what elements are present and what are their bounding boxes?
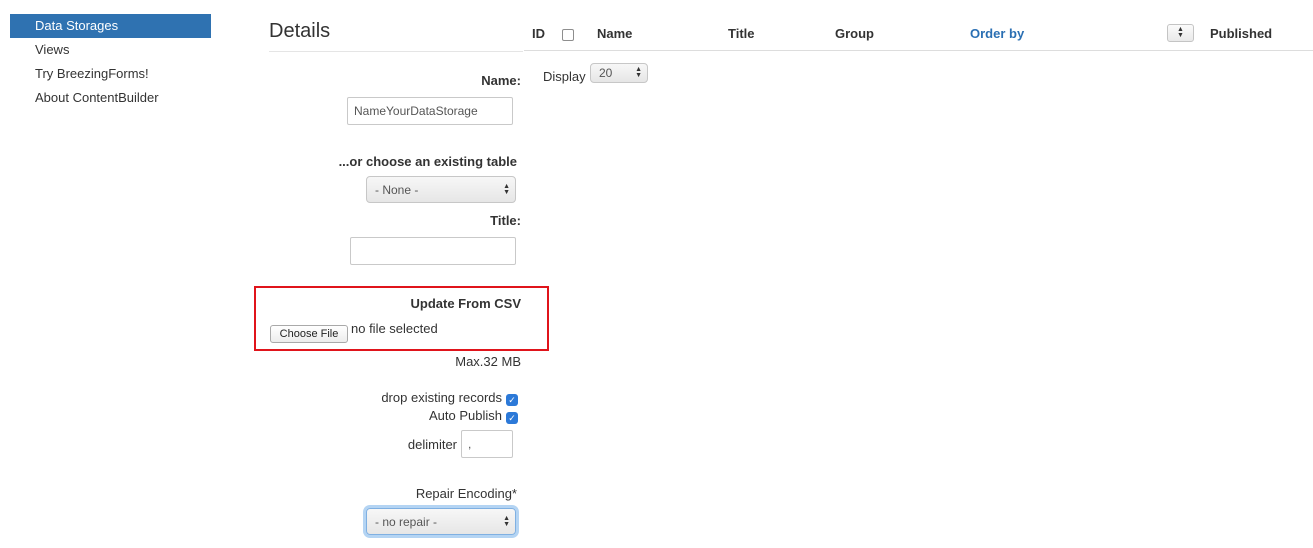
- display-count-value: 20: [599, 66, 613, 80]
- details-title: Details: [269, 20, 331, 42]
- sidebar-item-try-breezingforms[interactable]: Try BreezingForms!: [10, 62, 211, 86]
- display-label: Display: [543, 69, 586, 84]
- name-label: Name:: [481, 73, 521, 88]
- file-status-text: no file selected: [351, 321, 438, 336]
- sort-order-button[interactable]: ▲ ▼: [1167, 24, 1194, 42]
- check-icon: ✓: [508, 395, 516, 405]
- existing-table-select[interactable]: - None - ▲ ▼: [366, 176, 516, 203]
- sidebar-item-about-contentbuilder[interactable]: About ContentBuilder: [10, 86, 211, 110]
- select-arrows-icon: ▲ ▼: [635, 66, 642, 79]
- repair-encoding-select[interactable]: - no repair - ▲ ▼: [366, 508, 516, 535]
- max-size-text: Max.32 MB: [455, 354, 521, 369]
- sidebar-item-data-storages[interactable]: Data Storages: [10, 14, 211, 38]
- auto-publish-checkbox[interactable]: ✓: [506, 412, 518, 424]
- drop-existing-label: drop existing records: [381, 390, 502, 405]
- order-by-link[interactable]: Order by: [970, 26, 1024, 41]
- select-arrows-icon: ▲ ▼: [503, 182, 510, 196]
- sidebar-nav: Data Storages Views Try BreezingForms! A…: [10, 14, 211, 110]
- column-header-group[interactable]: Group: [835, 26, 874, 41]
- delimiter-input[interactable]: [461, 430, 513, 458]
- column-header-name[interactable]: Name: [597, 26, 632, 41]
- column-header-title[interactable]: Title: [728, 26, 755, 41]
- choose-file-button[interactable]: Choose File: [270, 325, 348, 343]
- title-input[interactable]: [350, 237, 516, 265]
- column-header-id: ID: [532, 26, 545, 41]
- table-header-divider: [524, 50, 1313, 51]
- check-icon: ✓: [508, 413, 516, 423]
- sort-arrows-icon: ▲ ▼: [1177, 26, 1184, 39]
- select-all-checkbox[interactable]: [562, 29, 574, 41]
- existing-table-value: - None -: [375, 182, 419, 197]
- name-input[interactable]: [347, 97, 513, 125]
- update-from-csv-label: Update From CSV: [410, 296, 521, 311]
- title-label: Title:: [490, 213, 521, 228]
- repair-encoding-value: - no repair -: [375, 514, 438, 529]
- details-divider: [269, 51, 523, 52]
- existing-table-label: ...or choose an existing table: [338, 154, 517, 169]
- select-arrows-icon: ▲ ▼: [503, 514, 510, 528]
- column-header-published[interactable]: Published: [1210, 26, 1272, 41]
- repair-encoding-label: Repair Encoding*: [415, 486, 517, 501]
- auto-publish-label: Auto Publish: [429, 408, 502, 423]
- delimiter-label: delimiter: [407, 437, 457, 452]
- display-count-select[interactable]: 20 ▲ ▼: [590, 63, 648, 83]
- drop-existing-checkbox[interactable]: ✓: [506, 394, 518, 406]
- sidebar-item-views[interactable]: Views: [10, 38, 211, 62]
